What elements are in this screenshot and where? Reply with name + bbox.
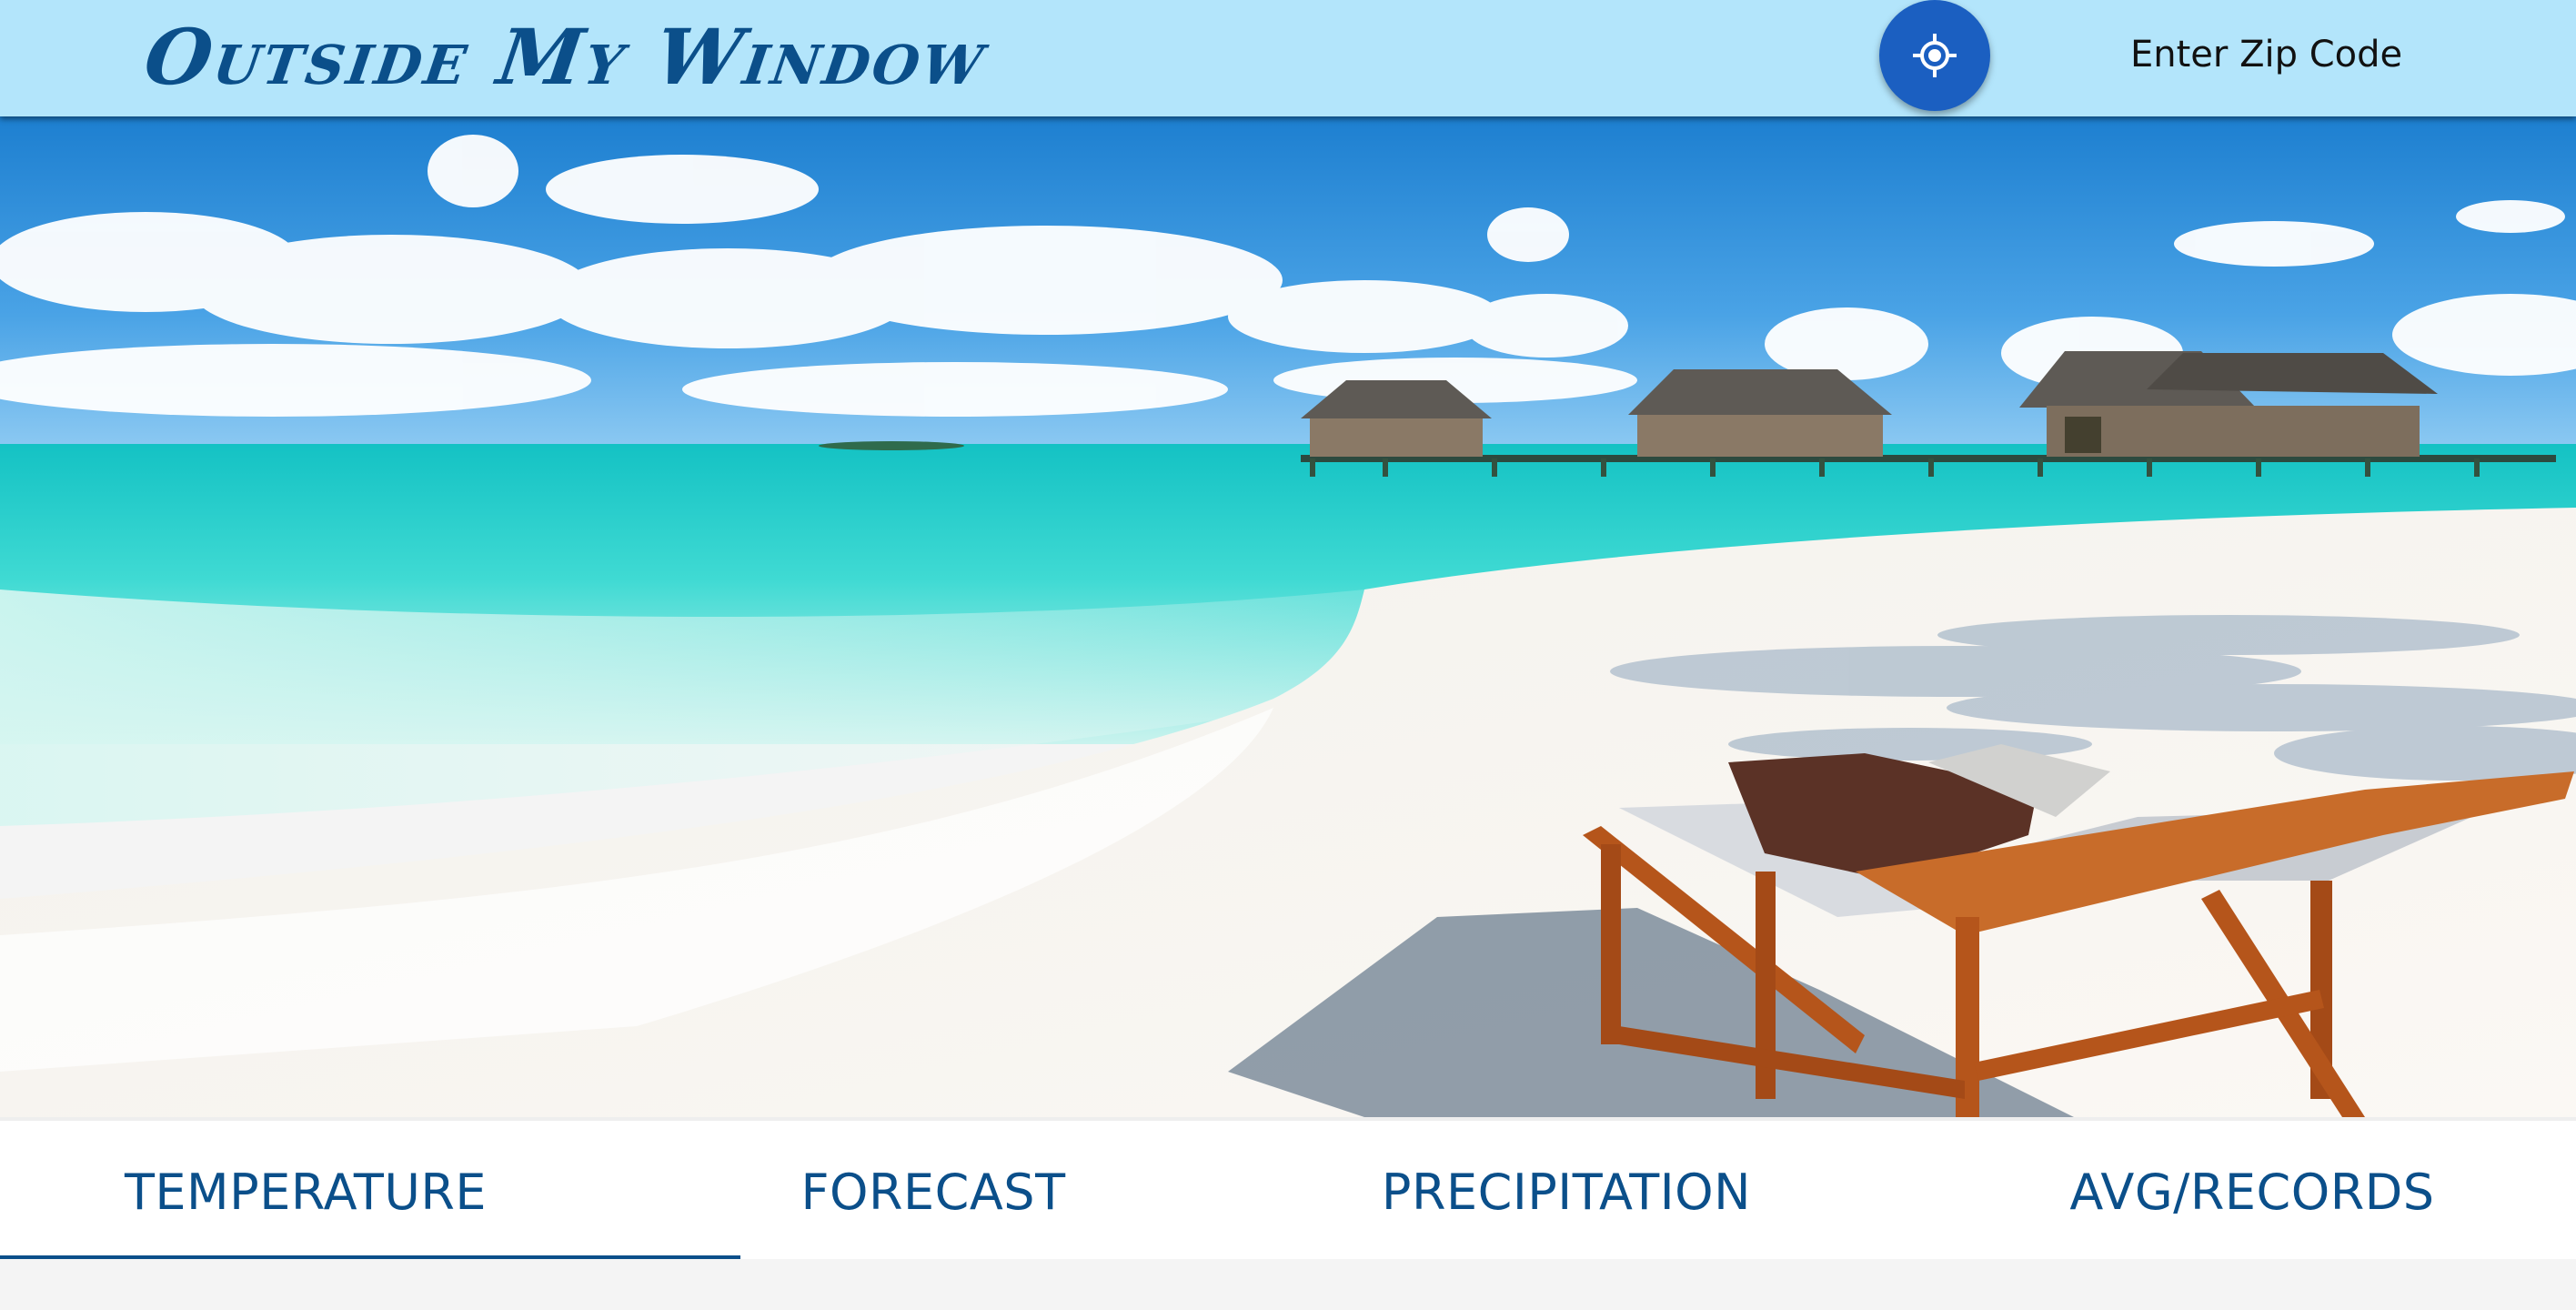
crosshair-location-icon bbox=[1913, 34, 1957, 77]
tab-avg-records-label: AVG/RECORDS bbox=[2069, 1163, 2435, 1221]
tab-precipitation-label: PRECIPITATION bbox=[1381, 1163, 1752, 1221]
tab-forecast-label: FORECAST bbox=[800, 1163, 1066, 1221]
zip-code-input[interactable] bbox=[2119, 20, 2450, 89]
tab-content-area bbox=[0, 1259, 2576, 1310]
app-bar: Outside My Window bbox=[0, 0, 2576, 116]
use-current-location-button[interactable] bbox=[1879, 0, 1990, 111]
tab-bar: TEMPERATURE FORECAST PRECIPITATION AVG/R… bbox=[0, 1117, 2576, 1263]
tab-precipitation[interactable]: PRECIPITATION bbox=[1255, 1121, 1877, 1263]
tab-forecast[interactable]: FORECAST bbox=[626, 1121, 1241, 1263]
hero-image bbox=[0, 116, 2576, 1117]
beach-scene-image bbox=[0, 116, 2576, 1117]
tab-temperature-label: TEMPERATURE bbox=[124, 1163, 488, 1221]
app-title: Outside My Window bbox=[139, 12, 993, 102]
tab-avg-records[interactable]: AVG/RECORDS bbox=[1928, 1121, 2576, 1263]
tab-temperature[interactable]: TEMPERATURE bbox=[0, 1121, 611, 1263]
